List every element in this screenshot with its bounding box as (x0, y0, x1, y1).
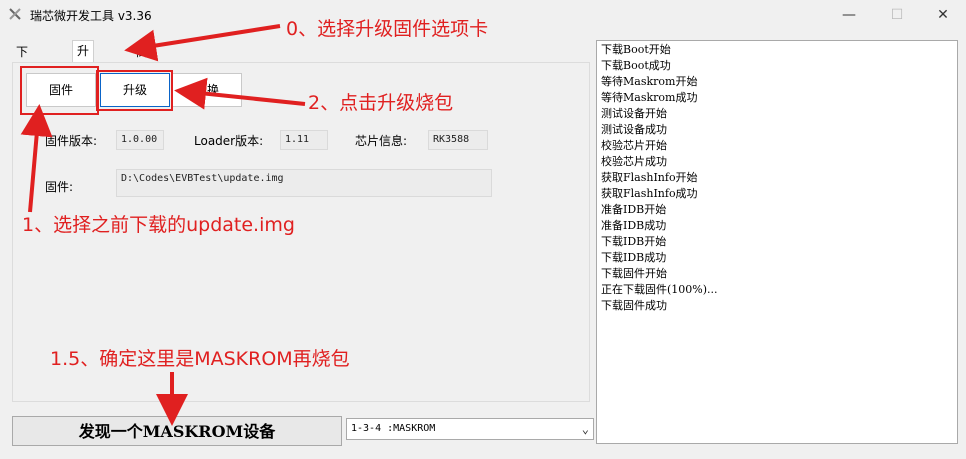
annotation-step0: 0、选择升级固件选项卡 (286, 18, 489, 40)
arrow-step1 (20, 104, 53, 213)
annotation-step2: 2、点击升级烧包 (308, 92, 454, 114)
annotation-step15: 1.5、确定这里是MASKROM再烧包 (50, 348, 350, 370)
annotation-step1: 1、选择之前下载的update.img (22, 214, 295, 236)
arrow-step0 (124, 24, 281, 62)
arrow-step2 (174, 77, 306, 110)
